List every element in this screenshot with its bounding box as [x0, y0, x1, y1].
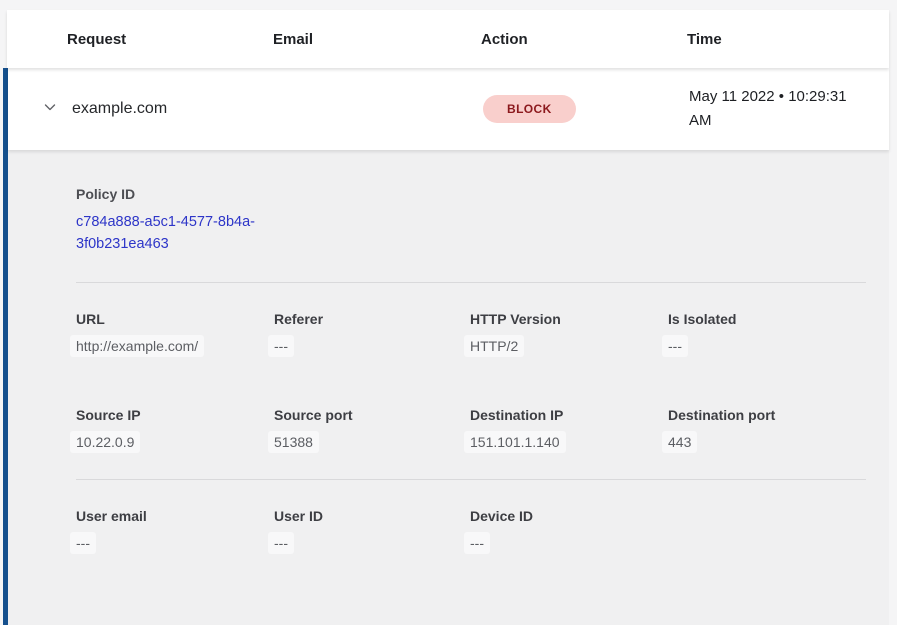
- field-value: HTTP/2: [464, 335, 524, 357]
- field-label: User ID: [274, 508, 470, 524]
- column-header-time: Time: [687, 31, 889, 48]
- request-fields-grid: URL http://example.com/ Referer --- HTTP…: [76, 311, 866, 453]
- section-divider: [76, 282, 866, 283]
- field-value: ---: [464, 532, 490, 554]
- policy-id-link[interactable]: c784a888-a5c1-4577-8b4a-3f0b231ea463: [76, 212, 276, 256]
- field-value: 10.22.0.9: [70, 431, 140, 453]
- field-referer: Referer ---: [274, 311, 470, 357]
- field-value: ---: [268, 335, 294, 357]
- user-fields-grid: User email --- User ID --- Device ID ---: [76, 508, 866, 554]
- section-divider: [76, 479, 866, 480]
- row-action-cell: BLOCK: [483, 95, 689, 123]
- expanded-log-entry: example.com BLOCK May 11 2022 • 10:29:31…: [3, 68, 889, 625]
- chevron-down-icon: [42, 99, 58, 120]
- field-source-ip: Source IP 10.22.0.9: [76, 407, 274, 453]
- column-header-email: Email: [273, 31, 481, 48]
- field-label: HTTP Version: [470, 311, 668, 327]
- log-table-header: Request Email Action Time: [7, 10, 889, 68]
- field-destination-port: Destination port 443: [668, 407, 866, 453]
- table-row[interactable]: example.com BLOCK May 11 2022 • 10:29:31…: [8, 68, 889, 150]
- field-is-isolated: Is Isolated ---: [668, 311, 866, 357]
- field-http-version: HTTP Version HTTP/2: [470, 311, 668, 357]
- field-value: 51388: [268, 431, 319, 453]
- field-empty: [668, 508, 866, 554]
- field-value: http://example.com/: [70, 335, 204, 357]
- row-time-value: May 11 2022 • 10:29:31 AM: [689, 85, 875, 133]
- field-label: Is Isolated: [668, 311, 866, 327]
- field-label: Source port: [274, 407, 470, 423]
- field-label: Destination port: [668, 407, 866, 423]
- field-label: URL: [76, 311, 274, 327]
- field-source-port: Source port 51388: [274, 407, 470, 453]
- column-header-request: Request: [67, 31, 273, 48]
- field-label: Referer: [274, 311, 470, 327]
- field-user-id: User ID ---: [274, 508, 470, 554]
- field-value: ---: [268, 532, 294, 554]
- field-value: 443: [662, 431, 697, 453]
- row-expander-button[interactable]: [42, 99, 72, 120]
- column-header-action: Action: [481, 31, 687, 48]
- field-label: User email: [76, 508, 274, 524]
- field-label: Device ID: [470, 508, 668, 524]
- field-value: ---: [662, 335, 688, 357]
- policy-section: Policy ID c784a888-a5c1-4577-8b4a-3f0b23…: [76, 186, 866, 256]
- row-request-value: example.com: [72, 100, 275, 118]
- field-device-id: Device ID ---: [470, 508, 668, 554]
- field-value: ---: [70, 532, 96, 554]
- log-detail-panel: Policy ID c784a888-a5c1-4577-8b4a-3f0b23…: [8, 150, 889, 625]
- field-label: Source IP: [76, 407, 274, 423]
- policy-id-label: Policy ID: [76, 186, 866, 202]
- field-user-email: User email ---: [76, 508, 274, 554]
- field-destination-ip: Destination IP 151.101.1.140: [470, 407, 668, 453]
- field-url: URL http://example.com/: [76, 311, 274, 357]
- field-label: Destination IP: [470, 407, 668, 423]
- status-badge: BLOCK: [483, 95, 576, 123]
- field-value: 151.101.1.140: [464, 431, 566, 453]
